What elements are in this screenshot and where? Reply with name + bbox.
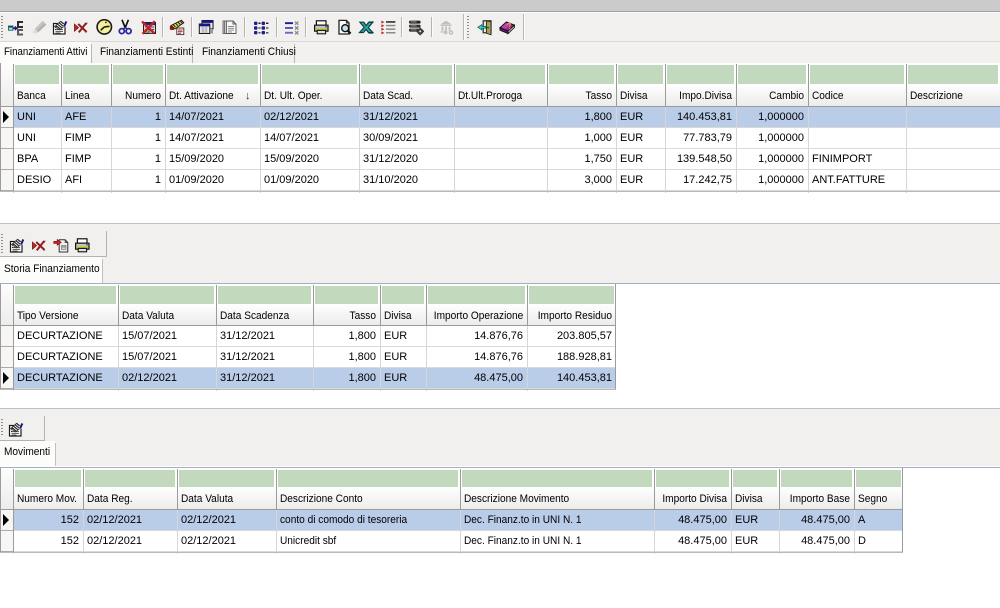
svg-text:?: ? (505, 21, 513, 32)
